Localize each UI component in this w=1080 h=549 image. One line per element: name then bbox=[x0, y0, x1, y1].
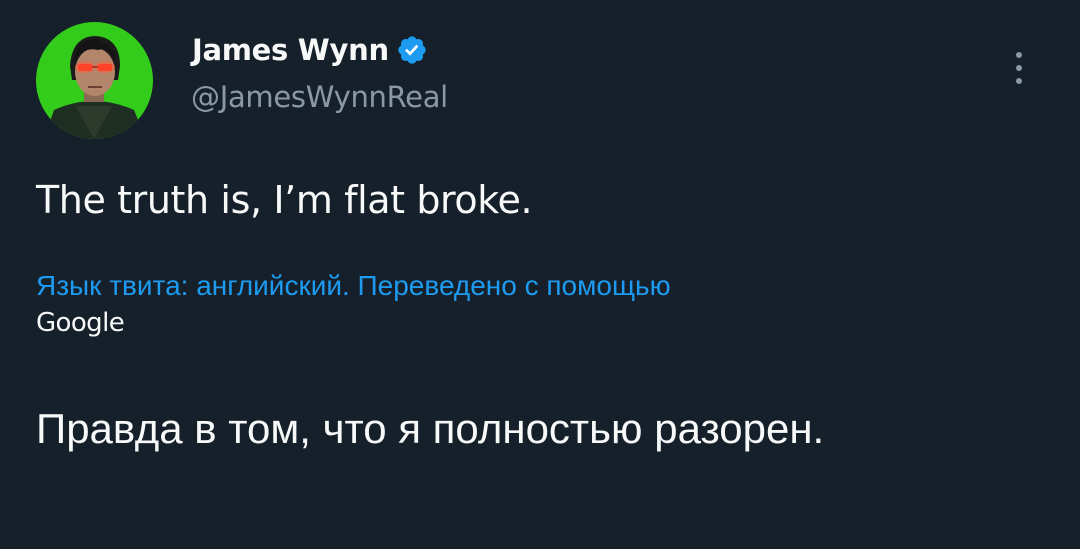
more-options-button[interactable] bbox=[1004, 48, 1034, 88]
more-vertical-icon-dot bbox=[1016, 52, 1022, 58]
tweet: James Wynn @JamesWynnReal The truth is, … bbox=[0, 0, 1080, 549]
more-vertical-icon-dot bbox=[1016, 65, 1022, 71]
author-name-row[interactable]: James Wynn bbox=[192, 30, 428, 70]
verified-badge-icon bbox=[396, 34, 428, 66]
translation-language-link[interactable]: Язык твита: английский. Переведено с пом… bbox=[36, 268, 996, 304]
avatar[interactable] bbox=[36, 22, 153, 139]
google-logo: Google bbox=[36, 308, 125, 338]
avatar-image bbox=[36, 22, 153, 139]
translation-note: Язык твита: английский. Переведено с пом… bbox=[36, 268, 996, 342]
more-vertical-icon-dot bbox=[1016, 78, 1022, 84]
tweet-text: The truth is, I’m flat broke. bbox=[36, 178, 533, 222]
display-name[interactable]: James Wynn bbox=[192, 33, 389, 67]
user-handle[interactable]: @JamesWynnReal bbox=[191, 80, 448, 114]
translated-text: Правда в том, что я полностью разорен. bbox=[36, 405, 825, 452]
